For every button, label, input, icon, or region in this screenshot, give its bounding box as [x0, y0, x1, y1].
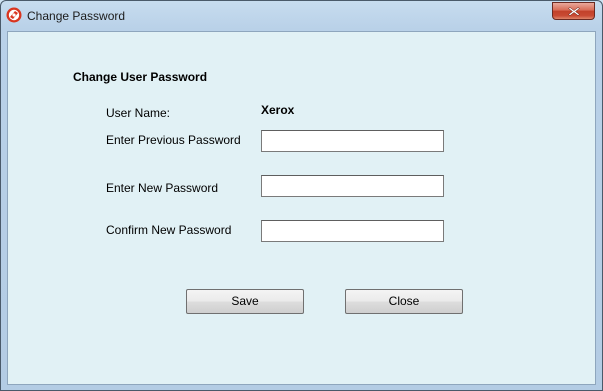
previous-password-field[interactable] [261, 130, 444, 152]
title-bar[interactable]: Change Password [1, 1, 602, 31]
save-button[interactable]: Save [186, 289, 304, 314]
user-name-label: User Name: [106, 106, 171, 120]
close-icon [568, 7, 580, 16]
new-password-label: Enter New Password [106, 181, 219, 195]
app-logo-icon [6, 7, 22, 23]
confirm-password-label: Confirm New Password [106, 223, 232, 237]
new-password-field[interactable] [261, 175, 444, 197]
window-title: Change Password [27, 9, 126, 23]
close-button[interactable]: Close [345, 289, 463, 314]
user-name-value: Xerox [261, 103, 295, 117]
previous-password-label: Enter Previous Password [106, 133, 241, 147]
dialog-body: Change User Password User Name: Xerox En… [7, 31, 596, 385]
confirm-password-field[interactable] [261, 220, 444, 242]
window-close-button[interactable] [552, 2, 595, 20]
change-password-window: Change Password Change User Password Use… [0, 0, 603, 391]
form-heading: Change User Password [73, 70, 208, 84]
